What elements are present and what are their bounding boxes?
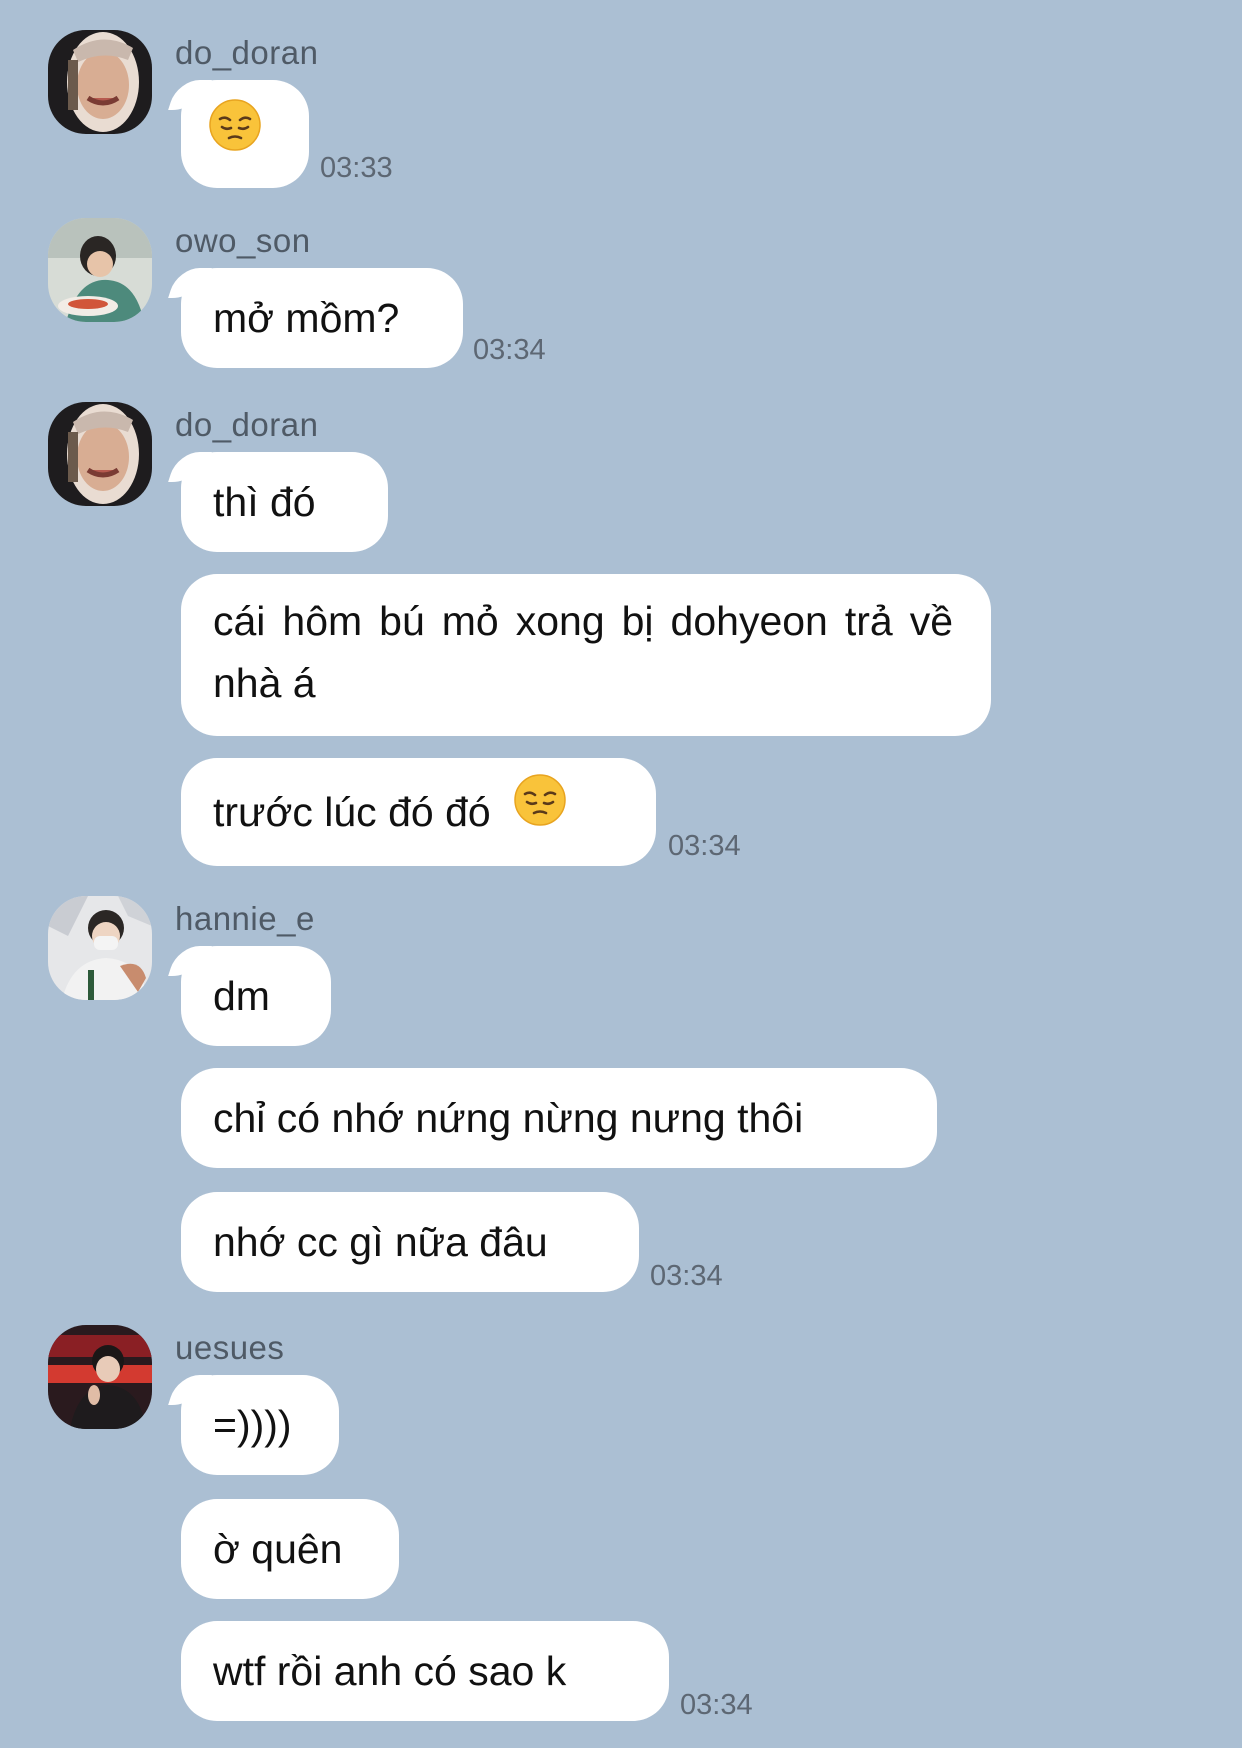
- sender-name: uesues: [175, 1329, 285, 1366]
- sender-name: do_doran: [175, 406, 319, 443]
- pensive-face-emoji: [514, 758, 566, 866]
- message-bubble[interactable]: trước lúc đó đó: [181, 758, 656, 866]
- message-bubble[interactable]: dm: [181, 946, 331, 1046]
- message-bubble[interactable]: ờ quên: [181, 1499, 399, 1599]
- message-time: 03:34: [680, 1689, 753, 1721]
- message-time: 03:33: [320, 152, 393, 184]
- message-bubble[interactable]: [181, 80, 309, 188]
- avatar-do_doran-icon[interactable]: [48, 30, 152, 134]
- sender-name: hannie_e: [175, 900, 315, 937]
- chat-message-list[interactable]: do_doran 03:33 owo_son mở mồm? 03:34 do_…: [0, 0, 1242, 1748]
- avatar-hannie_e-icon[interactable]: [48, 896, 152, 1000]
- message-time: 03:34: [473, 334, 546, 366]
- message-bubble[interactable]: wtf rồi anh có sao k: [181, 1621, 669, 1721]
- sender-name: owo_son: [175, 222, 311, 259]
- avatar-uesues-icon[interactable]: [48, 1325, 152, 1429]
- message-time: 03:34: [668, 830, 741, 862]
- message-bubble[interactable]: thì đó: [181, 452, 388, 552]
- avatar-do_doran-icon[interactable]: [48, 402, 152, 506]
- sender-name: do_doran: [175, 34, 319, 71]
- avatar-owo_son-icon[interactable]: [48, 218, 152, 322]
- message-bubble[interactable]: =)))): [181, 1375, 339, 1475]
- message-text: trước lúc đó đó: [213, 789, 491, 835]
- message-bubble[interactable]: nhớ cc gì nữa đâu: [181, 1192, 639, 1292]
- message-bubble[interactable]: cái hôm bú mỏ xong bị dohyeon trả về nhà…: [181, 574, 991, 736]
- pensive-face-emoji: [209, 83, 261, 191]
- message-time: 03:34: [650, 1260, 723, 1292]
- message-bubble[interactable]: chỉ có nhớ nứng nừng nưng thôi: [181, 1068, 937, 1168]
- message-bubble[interactable]: mở mồm?: [181, 268, 463, 368]
